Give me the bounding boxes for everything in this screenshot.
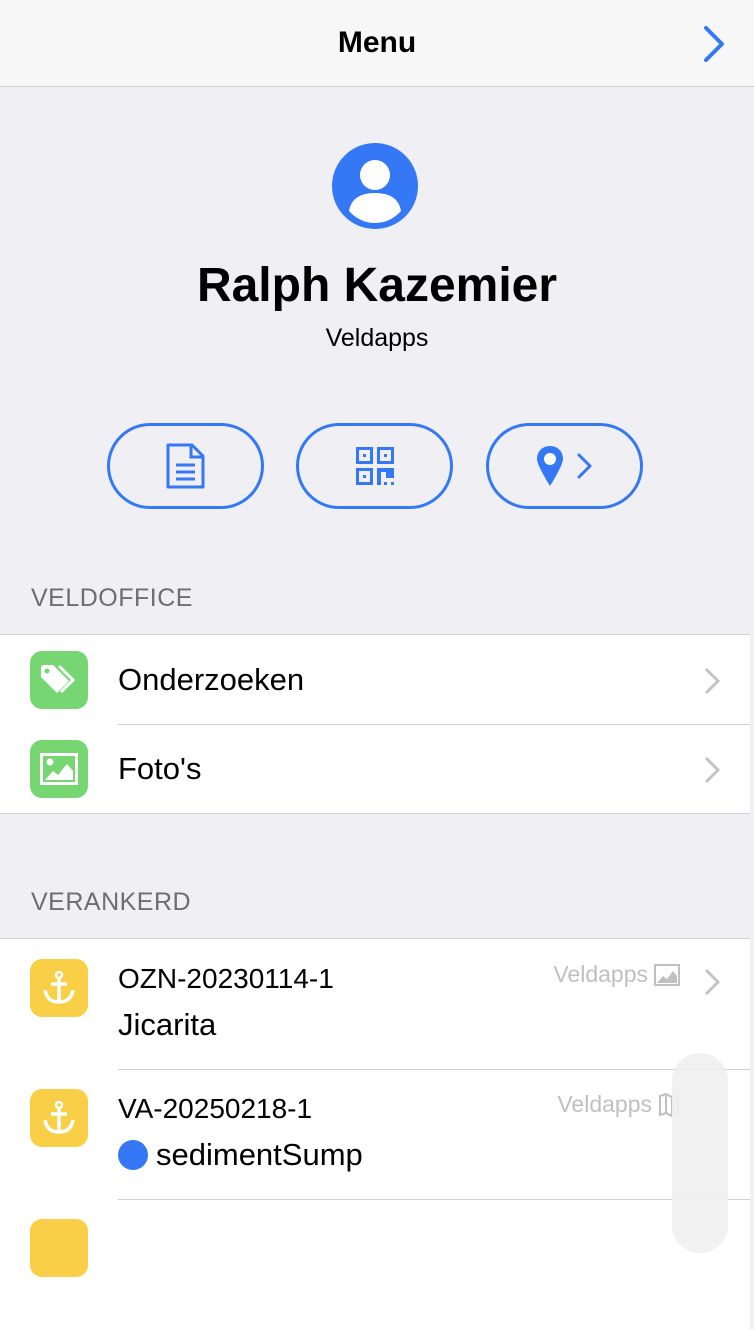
list-item-fotos[interactable]: Foto's	[0, 724, 750, 813]
list-item-onderzoeken[interactable]: Onderzoeken	[0, 635, 750, 724]
anchor-icon	[30, 1089, 88, 1147]
photo-icon	[654, 963, 680, 986]
location-pin-icon	[536, 446, 563, 486]
item-source: Veldapps	[557, 1091, 680, 1118]
anchored-item[interactable]: VA-20250218-1 sedimentSump Veldapps	[0, 1069, 750, 1199]
chevron-right-icon	[704, 756, 721, 784]
chevron-right-icon	[704, 667, 721, 695]
scroll-overlay[interactable]	[672, 1053, 728, 1253]
qr-code-button[interactable]	[296, 423, 453, 509]
status-dot	[118, 1140, 148, 1170]
item-code: OZN-20230114-1	[118, 963, 334, 994]
source-label: Veldapps	[557, 1091, 652, 1117]
page-title: Menu	[337, 26, 417, 59]
nav-bar: Menu	[0, 0, 754, 87]
list-item-label: Foto's	[118, 751, 202, 786]
section-header-verankerd: VERANKERD	[31, 888, 192, 916]
anchor-icon	[30, 1219, 88, 1277]
item-title-row: Jicarita	[118, 1007, 216, 1043]
veldoffice-list: Onderzoeken Foto's	[0, 634, 750, 814]
document-button[interactable]	[107, 423, 264, 509]
item-title-row: sedimentSump	[118, 1137, 363, 1173]
item-title: sedimentSump	[156, 1137, 363, 1172]
chevron-right-icon[interactable]	[698, 24, 728, 64]
item-code: VA-20250218-1	[118, 1093, 313, 1124]
document-icon	[166, 443, 204, 489]
chevron-right-icon	[577, 453, 591, 479]
anchored-item[interactable]	[0, 1199, 750, 1329]
source-label: Veldapps	[553, 961, 648, 987]
tags-icon	[30, 651, 88, 709]
avatar-icon	[332, 143, 418, 229]
anchored-item[interactable]: OZN-20230114-1 Jicarita Veldapps	[0, 939, 750, 1069]
verankerd-list: OZN-20230114-1 Jicarita Veldapps VA-2025…	[0, 938, 750, 1329]
list-item-label: Onderzoeken	[118, 662, 305, 697]
section-header-veldoffice: VELDOFFICE	[31, 584, 193, 612]
qr-code-icon	[355, 447, 394, 485]
photo-icon	[30, 740, 88, 798]
chevron-right-icon	[704, 968, 721, 996]
user-name: Ralph Kazemier	[196, 259, 558, 312]
item-source: Veldapps	[553, 961, 680, 988]
location-button[interactable]	[486, 423, 643, 509]
organization-name: Veldapps	[325, 324, 429, 352]
item-title: Jicarita	[118, 1007, 217, 1042]
anchor-icon	[30, 959, 88, 1017]
